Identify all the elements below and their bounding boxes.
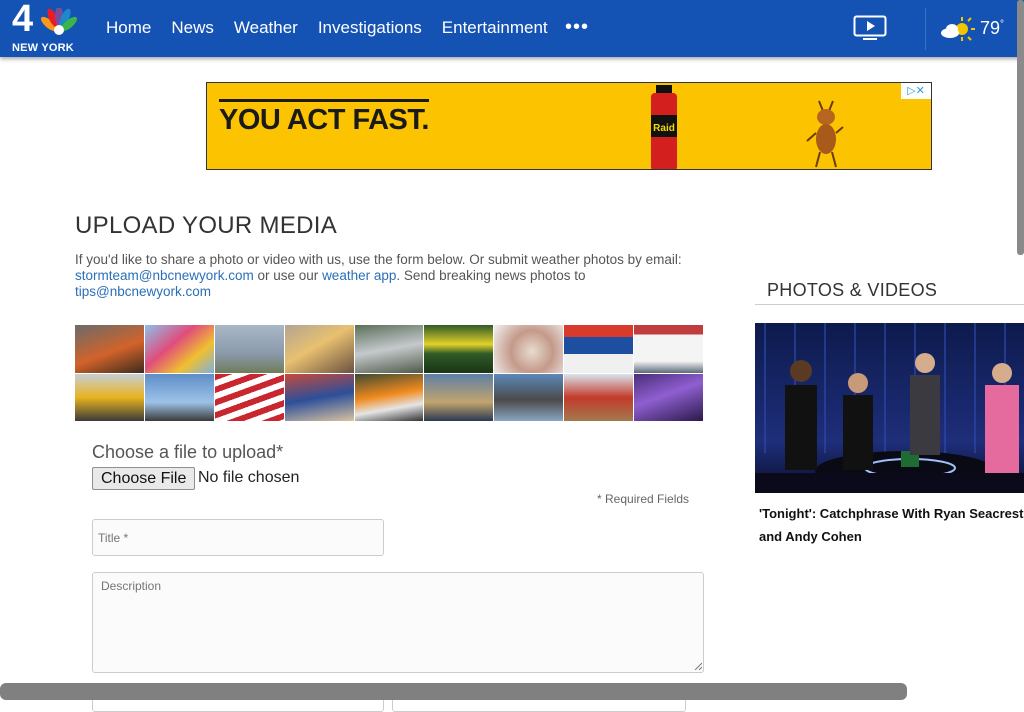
mosaic-photo-balloons bbox=[144, 325, 214, 373]
mosaic-photo-police-car bbox=[634, 325, 703, 373]
nbc4-logo[interactable]: 4 NEW YORK bbox=[10, 0, 80, 54]
peacock-icon bbox=[40, 8, 78, 35]
mosaic-photo-truck-fire bbox=[354, 373, 424, 421]
site-header: 4 NEW YORK Home News Weather Investigati… bbox=[0, 0, 1024, 57]
tonight-show-still-image bbox=[755, 323, 1024, 493]
nav-weather[interactable]: Weather bbox=[234, 18, 298, 38]
nav-entertainment[interactable]: Entertainment bbox=[442, 18, 548, 38]
mosaic-photo-lightning bbox=[634, 373, 703, 421]
header-divider bbox=[925, 8, 926, 50]
main-nav: Home News Weather Investigations Enterta… bbox=[106, 18, 568, 38]
more-dots-icon[interactable]: ••• bbox=[565, 17, 589, 37]
photo-mosaic bbox=[75, 325, 703, 421]
nav-home[interactable]: Home bbox=[106, 18, 151, 38]
mosaic-photo-firefighters bbox=[284, 325, 354, 373]
resize-grip-icon[interactable] bbox=[694, 662, 702, 670]
mosaic-photo-cyclone bbox=[564, 373, 634, 421]
page-title: UPLOAD YOUR MEDIA bbox=[75, 212, 338, 239]
choose-file-button[interactable]: Choose File bbox=[92, 467, 196, 490]
mosaic-photo-gas-prices bbox=[564, 325, 634, 373]
bug-mascot-image bbox=[806, 100, 844, 168]
temperature[interactable]: 79° bbox=[980, 18, 1004, 39]
logo-city: NEW YORK bbox=[12, 42, 74, 54]
title-input[interactable] bbox=[92, 519, 384, 556]
video-thumbnail[interactable] bbox=[755, 323, 1024, 493]
weather-app-link[interactable]: weather app bbox=[322, 268, 396, 283]
horizontal-scrollbar[interactable] bbox=[0, 683, 907, 700]
mosaic-photo-police-tape bbox=[424, 325, 494, 373]
mosaic-photo-bridge bbox=[424, 373, 494, 421]
vertical-scrollbar[interactable] bbox=[1017, 0, 1024, 255]
ad-headline: YOU ACT FAST. bbox=[219, 99, 429, 137]
intro-text: If you'd like to share a photo or video … bbox=[75, 252, 682, 299]
nav-investigations[interactable]: Investigations bbox=[318, 18, 422, 38]
sidebar-divider bbox=[755, 304, 1024, 305]
mosaic-photo-school-bus bbox=[75, 373, 144, 421]
spray-can-image: Raid bbox=[651, 85, 677, 169]
mosaic-photo-helicopter bbox=[144, 373, 214, 421]
no-file-text: No file chosen bbox=[198, 469, 300, 486]
photos-videos-title: PHOTOS & VIDEOS bbox=[767, 280, 938, 300]
logo-number: 4 bbox=[12, 0, 34, 40]
mosaic-photo-tornado bbox=[214, 325, 284, 373]
tv-play-icon[interactable] bbox=[853, 15, 887, 41]
mosaic-photo-flag bbox=[214, 373, 284, 421]
mosaic-photo-smoke bbox=[494, 373, 564, 421]
nav-news[interactable]: News bbox=[171, 18, 214, 38]
storm-email-link[interactable]: stormteam@nbcnewyork.com bbox=[75, 268, 254, 283]
mosaic-photo-crowd bbox=[284, 373, 354, 421]
upload-label: Choose a file to upload* bbox=[92, 442, 284, 462]
mosaic-photo-fire bbox=[75, 325, 144, 373]
svg-text:Raid: Raid bbox=[653, 123, 675, 134]
required-fields-note: * Required Fields bbox=[597, 492, 690, 506]
ad-choices-icon[interactable]: ▷✕ bbox=[901, 83, 931, 99]
tips-email-link[interactable]: tips@nbcnewyork.com bbox=[75, 284, 211, 299]
partly-sunny-icon[interactable] bbox=[938, 14, 978, 44]
mosaic-photo-flood-car bbox=[354, 325, 424, 373]
video-caption[interactable]: 'Tonight': Catchphrase With Ryan Seacres… bbox=[759, 502, 1024, 548]
mosaic-photo-hail bbox=[494, 325, 564, 373]
description-textarea[interactable] bbox=[92, 572, 704, 673]
advertisement-banner[interactable]: YOU ACT FAST. Raid ▷✕ bbox=[206, 82, 932, 170]
